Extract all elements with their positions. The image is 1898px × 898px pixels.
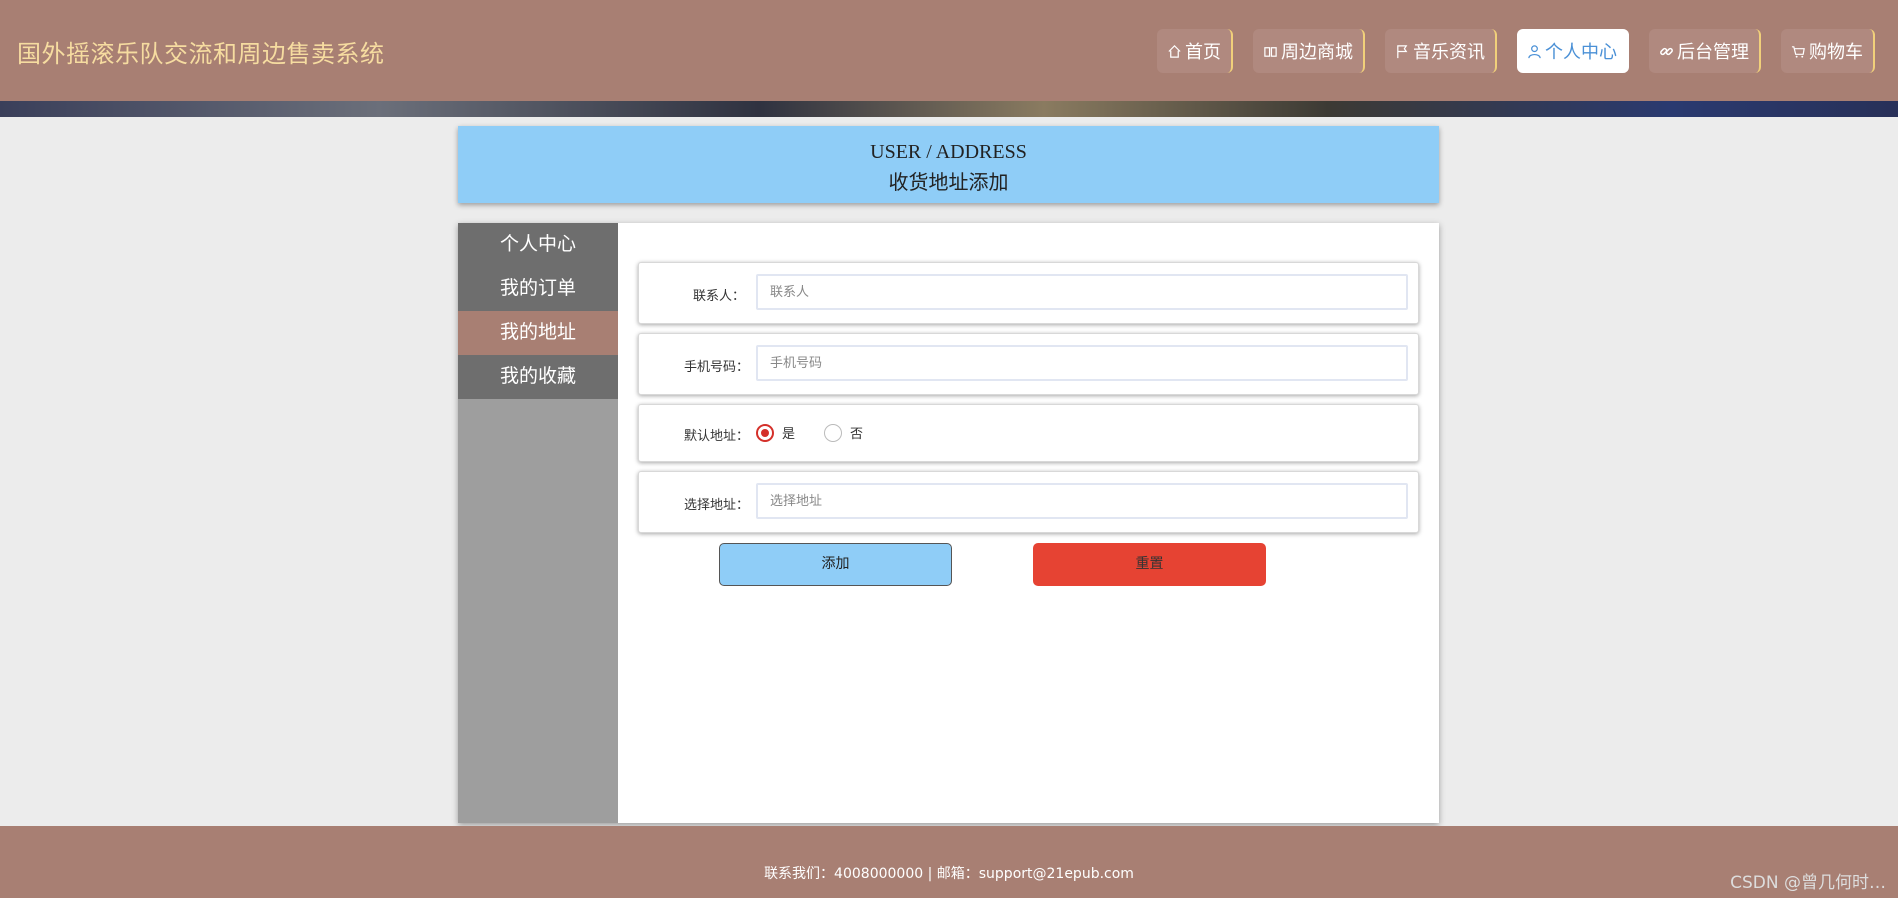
nav-store-label: 周边商城	[1281, 42, 1353, 63]
user-icon	[1528, 44, 1541, 58]
cart-icon	[1791, 45, 1805, 58]
page-title: 收货地址添加	[888, 172, 1009, 194]
watermark: CSDN @曾几何时…	[1730, 873, 1886, 893]
nav-cart[interactable]: 购物车	[1781, 29, 1875, 73]
nav-home[interactable]: 首页	[1157, 29, 1233, 73]
sidebar: 个人中心 我的订单 我的地址 我的收藏	[458, 223, 618, 823]
radio-checked-icon	[756, 423, 774, 442]
footer: 联系我们：4008000000 | 邮箱：support@21epub.com	[0, 826, 1898, 898]
add-button[interactable]: 添加	[719, 543, 952, 586]
sidebar-item-user-center[interactable]: 个人中心	[458, 223, 618, 267]
footer-contact: 联系我们：4008000000 | 邮箱：support@21epub.com	[764, 866, 1134, 882]
address-input[interactable]	[756, 483, 1408, 519]
sidebar-item-address[interactable]: 我的地址	[458, 311, 618, 355]
address-label: 选择地址：	[683, 498, 749, 513]
nav-user-center[interactable]: 个人中心	[1517, 29, 1629, 73]
reset-button[interactable]: 重置	[1033, 543, 1266, 586]
sidebar-item-favorites[interactable]: 我的收藏	[458, 355, 618, 399]
header: 国外摇滚乐队交流和周边售卖系统 首页 周边商城 音乐资讯 个人中心 后台管理 购…	[0, 0, 1898, 101]
content-panel: 个人中心 我的订单 我的地址 我的收藏 联系人： 手机号码： 默认地址： 是 否…	[458, 223, 1439, 823]
sidebar-item-orders[interactable]: 我的订单	[458, 267, 618, 311]
contact-row: 联系人：	[638, 262, 1419, 324]
store-icon	[1264, 46, 1277, 57]
contact-input[interactable]	[756, 274, 1408, 310]
banner-image	[0, 101, 1898, 117]
nav-admin-label: 后台管理	[1677, 42, 1749, 63]
default-no-radio[interactable]: 否	[824, 423, 863, 442]
nav-news-label: 音乐资讯	[1413, 42, 1485, 63]
nav-cart-label: 购物车	[1809, 42, 1863, 63]
site-title: 国外摇滚乐队交流和周边售卖系统	[17, 40, 385, 68]
default-no-label: 否	[850, 427, 864, 442]
default-yes-radio[interactable]: 是	[756, 423, 795, 442]
page-title-en: USER / ADDRESS	[870, 141, 1027, 163]
flag-icon	[1397, 44, 1408, 58]
phone-input[interactable]	[756, 345, 1408, 381]
nav-admin[interactable]: 后台管理	[1649, 29, 1761, 73]
address-row: 选择地址：	[638, 471, 1419, 533]
contact-label: 联系人：	[692, 289, 745, 304]
nav-news[interactable]: 音乐资讯	[1385, 29, 1497, 73]
radio-unchecked-icon	[824, 423, 842, 442]
nav-user-center-label: 个人中心	[1545, 42, 1617, 63]
link-icon	[1660, 47, 1673, 55]
nav-home-label: 首页	[1185, 42, 1221, 63]
default-address-label: 默认地址：	[683, 429, 749, 444]
default-yes-label: 是	[782, 427, 796, 442]
phone-row: 手机号码：	[638, 333, 1419, 395]
top-nav: 首页 周边商城 音乐资讯 个人中心 后台管理 购物车	[1157, 29, 1875, 73]
home-icon	[1168, 44, 1181, 58]
nav-store[interactable]: 周边商城	[1253, 29, 1365, 73]
phone-label: 手机号码：	[683, 360, 749, 375]
page-title-box: USER / ADDRESS 收货地址添加	[458, 126, 1439, 203]
default-address-row: 默认地址： 是 否	[638, 404, 1419, 462]
